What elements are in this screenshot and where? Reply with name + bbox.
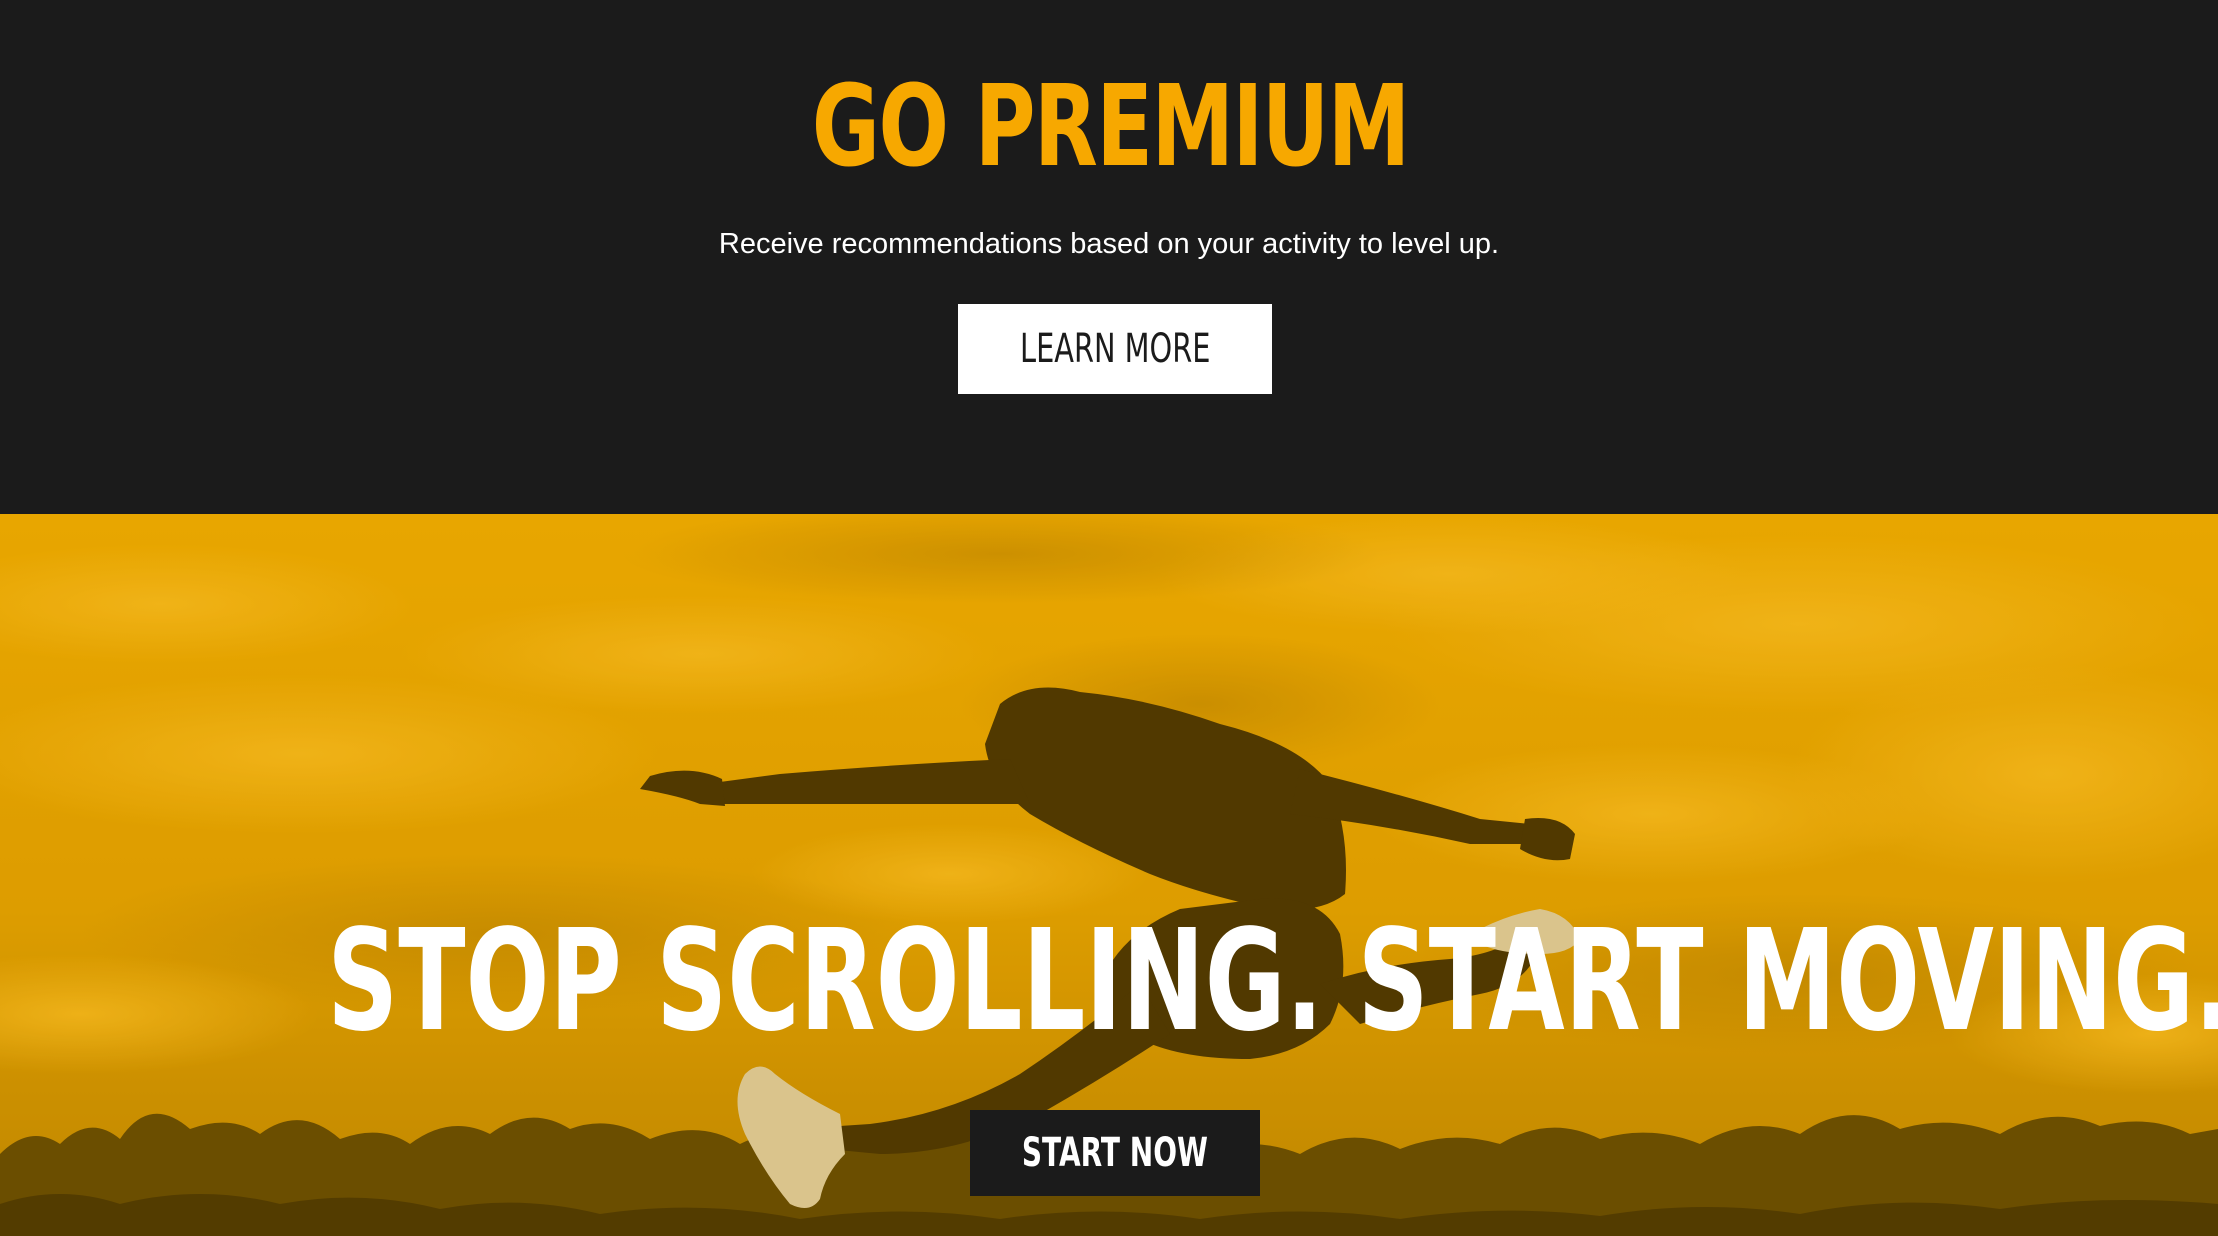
page: GO PREMIUM Receive recommendations based…: [0, 0, 2218, 1236]
premium-section: GO PREMIUM Receive recommendations based…: [0, 0, 2218, 514]
premium-subtitle: Receive recommendations based on your ac…: [718, 228, 1500, 260]
hero-headline: STOP SCROLLING. START MOVING.: [327, 900, 2218, 1063]
hero-section: STOP SCROLLING. START MOVING. START NOW: [0, 514, 2218, 1236]
start-now-button[interactable]: START NOW: [970, 1110, 1260, 1196]
premium-title: GO PREMIUM: [811, 62, 1410, 192]
learn-more-button[interactable]: LEARN MORE: [958, 304, 1272, 394]
learn-more-label: LEARN MORE: [1019, 326, 1211, 372]
start-now-label: START NOW: [1021, 1130, 1209, 1176]
